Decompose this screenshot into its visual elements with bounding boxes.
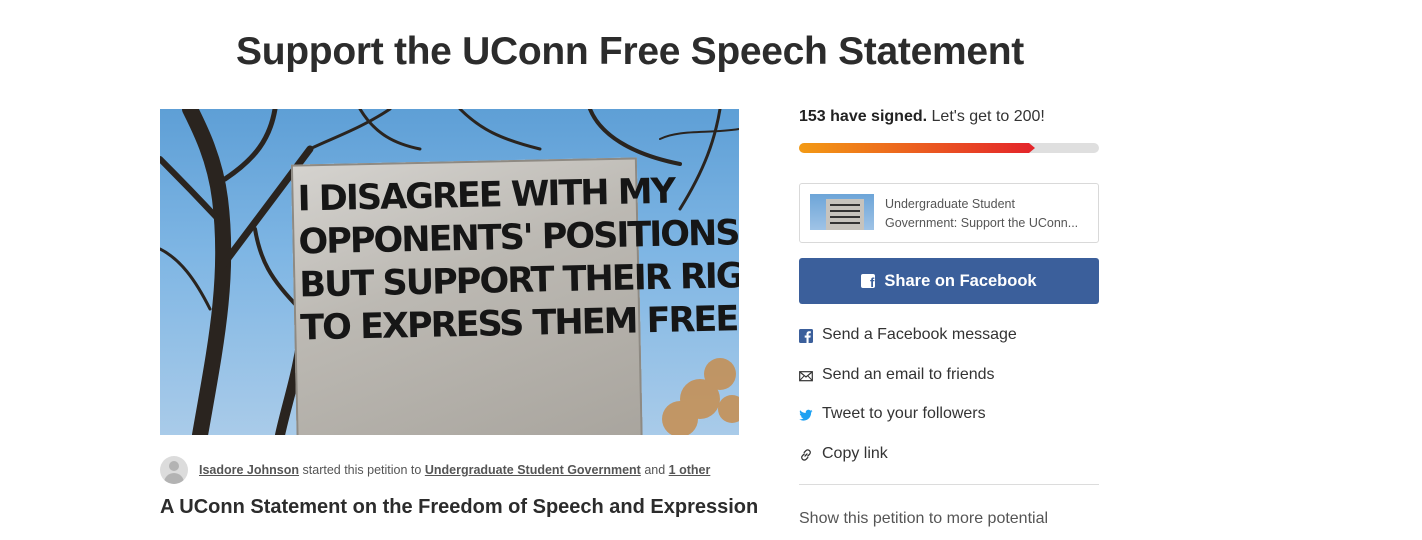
byline-and-text: and	[644, 463, 666, 477]
share-on-facebook-button[interactable]: f Share on Facebook	[799, 258, 1099, 304]
share-item-label: Send an email to friends	[822, 365, 995, 383]
share-more-text: Show this petition to more potential	[799, 510, 1049, 527]
target-link[interactable]: Undergraduate Student Government	[425, 463, 641, 477]
others-link[interactable]: 1 other	[669, 463, 711, 477]
share-options: Send a Facebook message Send an email to…	[799, 326, 1099, 484]
signed-count-text: 153 have signed.	[799, 108, 928, 125]
facebook-icon: f	[861, 274, 876, 289]
sign-line: I DISAGREE WITH MY	[297, 171, 675, 220]
byline-middle-text: started this petition to	[302, 463, 422, 477]
petition-image: I DISAGREE WITH MY OPPONENTS' POSITIONS …	[160, 109, 739, 435]
petition-heading: A UConn Statement on the Freedom of Spee…	[160, 496, 759, 518]
divider	[799, 484, 1099, 485]
protest-sign: I DISAGREE WITH MY OPPONENTS' POSITIONS …	[290, 157, 739, 435]
author-link[interactable]: Isadore Johnson	[199, 463, 299, 477]
twitter-icon	[799, 409, 813, 421]
preview-thumbnail	[810, 194, 874, 230]
link-icon	[801, 448, 811, 461]
page-title: Support the UConn Free Speech Statement	[236, 30, 1024, 74]
avatar[interactable]	[160, 456, 188, 484]
progress-tip	[1028, 143, 1035, 153]
sign-line: BUT SUPPORT THEIR RIGHT	[299, 255, 739, 306]
goal-text: Let's get to 200!	[931, 108, 1045, 125]
progress-fill	[799, 143, 1029, 153]
tweet-link[interactable]: Tweet to your followers	[799, 405, 1099, 445]
share-item-label: Copy link	[822, 444, 888, 462]
preview-title-line1: Undergraduate Student	[885, 197, 1015, 211]
send-email-link[interactable]: Send an email to friends	[799, 366, 1099, 406]
progress-bar	[799, 143, 1099, 153]
facebook-icon	[799, 329, 813, 343]
petition-byline: Isadore Johnson started this petition to…	[160, 455, 710, 485]
send-facebook-message-link[interactable]: Send a Facebook message	[799, 326, 1099, 366]
copy-link[interactable]: Copy link	[799, 445, 1099, 485]
email-icon	[799, 370, 813, 381]
sign-line: TO EXPRESS THEM FREELY !	[299, 298, 739, 349]
sidebar: 153 have signed. Let's get to 200! Under…	[799, 108, 1099, 528]
signature-count: 153 have signed. Let's get to 200!	[799, 108, 1099, 134]
share-item-label: Tweet to your followers	[822, 405, 986, 422]
share-on-facebook-label: Share on Facebook	[884, 271, 1037, 290]
share-preview-card[interactable]: Undergraduate Student Government: Suppor…	[799, 183, 1099, 243]
sign-line: OPPONENTS' POSITIONS	[298, 213, 739, 263]
preview-title-line2: Government: Support the UConn...	[885, 216, 1079, 230]
share-item-label: Send a Facebook message	[822, 326, 1017, 343]
